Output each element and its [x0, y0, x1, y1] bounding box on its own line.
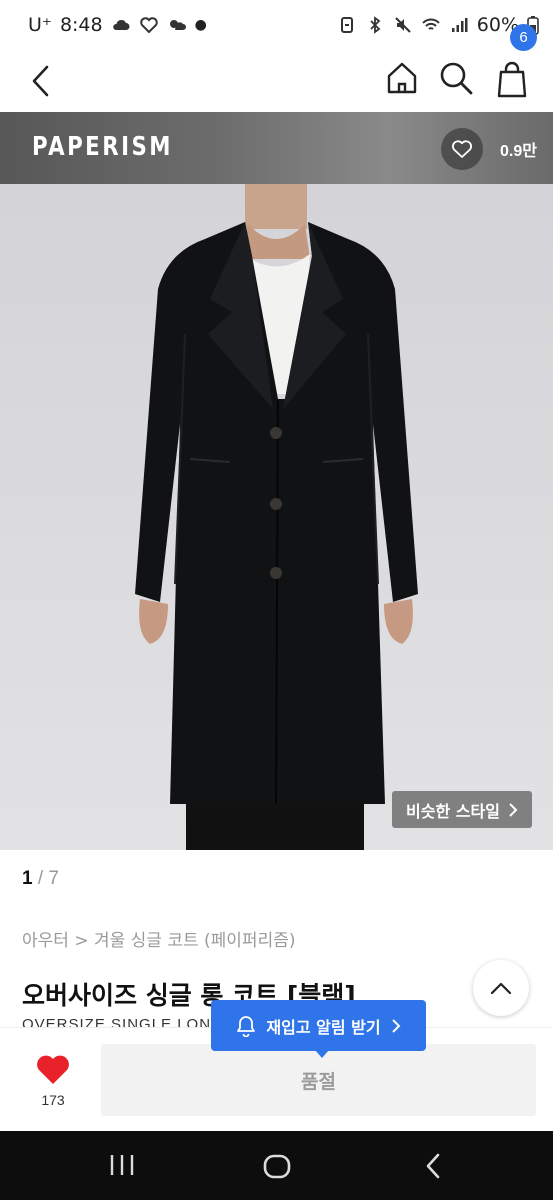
wish-count: 173 [41, 1092, 65, 1108]
chevron-up-icon [490, 982, 512, 995]
restock-alert-label: 재입고 알림 받기 [266, 1017, 381, 1037]
cart-icon[interactable] [492, 56, 536, 102]
similar-style-label: 비슷한 스타일 [406, 801, 500, 821]
image-pager: 1 / 7 [22, 868, 59, 890]
system-home-icon[interactable] [262, 1151, 292, 1181]
search-icon[interactable] [436, 58, 476, 98]
brand-like-count: 0.9만 [500, 143, 537, 160]
health-icon [139, 17, 158, 34]
bell-icon [237, 1015, 256, 1037]
carrier-label: U⁺ [28, 14, 52, 36]
nav-bar [0, 52, 553, 112]
system-back-icon[interactable] [420, 1151, 446, 1181]
heart-outline-icon [452, 140, 472, 158]
signal-icon [451, 18, 468, 32]
wifi-icon [422, 18, 440, 30]
home-icon[interactable] [382, 58, 422, 98]
brand-name[interactable]: PAPERISM [32, 132, 173, 162]
category-breadcrumb[interactable]: 아우터 > 겨울 싱글 코트 (페이퍼리즘) [22, 926, 296, 951]
nfc-icon [340, 17, 353, 33]
pager-separator: / [37, 868, 44, 889]
time-label: 8:48 [59, 14, 103, 36]
cloud-icon [112, 19, 130, 30]
cart-count-badge[interactable]: 6 [510, 24, 537, 51]
chevron-right-icon [509, 802, 518, 817]
recent-apps-icon[interactable] [108, 1152, 136, 1178]
status-left: U⁺ 8:48 ● [28, 14, 207, 36]
notification-dot-icon: ● [194, 17, 207, 33]
heart-filled-icon[interactable] [35, 1052, 71, 1086]
back-icon[interactable] [22, 58, 66, 102]
chevron-right-icon [391, 1018, 401, 1033]
bluetooth-icon [370, 16, 381, 34]
pager-total: 7 [48, 868, 59, 889]
status-right: 60% [337, 14, 539, 36]
product-photo [0, 184, 553, 850]
product-image[interactable] [0, 184, 553, 850]
pager-current: 1 [22, 868, 33, 889]
weather-icon [169, 20, 186, 30]
brand-like-button[interactable] [441, 128, 483, 170]
status-bar: U⁺ 8:48 ● 60% [0, 0, 553, 52]
similar-style-button[interactable]: 비슷한 스타일 [392, 791, 532, 828]
mute-icon [395, 17, 411, 33]
restock-alert-button[interactable]: 재입고 알림 받기 [211, 1000, 426, 1058]
scroll-top-button[interactable] [473, 960, 529, 1016]
